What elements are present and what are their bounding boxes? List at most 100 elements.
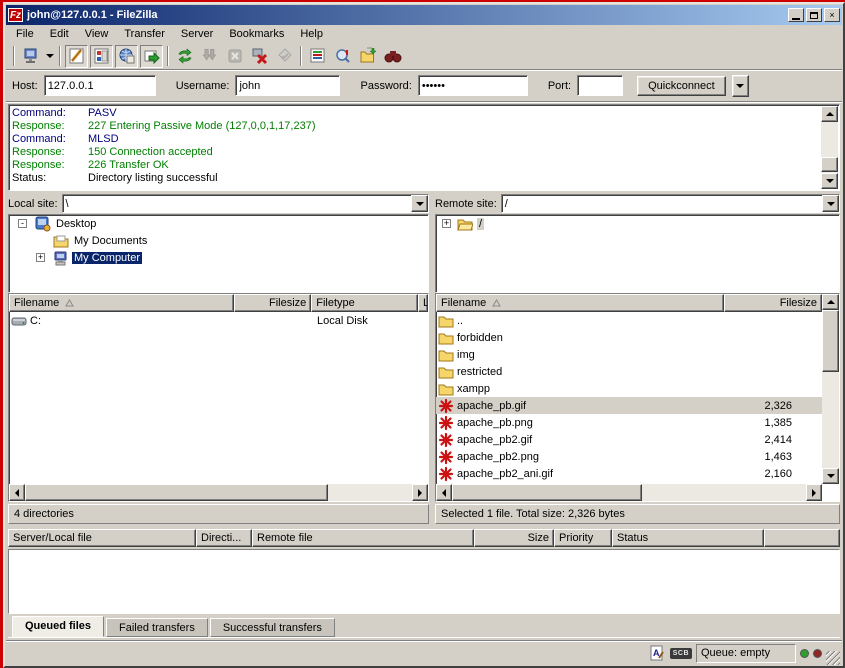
tree-item-desktop[interactable]: - Desktop bbox=[9, 215, 428, 232]
file-row-folder[interactable]: forbidden bbox=[436, 329, 822, 346]
sort-ascending-icon bbox=[65, 299, 74, 307]
toolbar-separator bbox=[300, 46, 302, 66]
ascii-type-icon: A bbox=[649, 645, 665, 661]
column-header-status[interactable]: Status bbox=[612, 529, 764, 547]
process-queue-button[interactable] bbox=[198, 45, 221, 68]
find-files-button[interactable] bbox=[381, 45, 404, 68]
column-label: Filename bbox=[14, 297, 59, 309]
expand-expander[interactable]: + bbox=[442, 219, 451, 228]
column-header-filename[interactable]: Filename bbox=[9, 294, 234, 312]
local-site-combo[interactable]: \ bbox=[62, 194, 429, 213]
site-manager-button[interactable] bbox=[19, 45, 42, 68]
menu-file[interactable]: File bbox=[8, 26, 42, 42]
scroll-down-button[interactable] bbox=[821, 173, 838, 189]
column-header-direction[interactable]: Directi... bbox=[196, 529, 252, 547]
tab-failed-transfers[interactable]: Failed transfers bbox=[106, 618, 208, 637]
close-button[interactable]: × bbox=[824, 8, 840, 22]
host-input[interactable] bbox=[44, 75, 156, 96]
tab-queued-files[interactable]: Queued files bbox=[12, 616, 104, 637]
scrollbar-thumb[interactable] bbox=[452, 484, 642, 501]
file-name: restricted bbox=[457, 366, 502, 378]
remote-status-text: Selected 1 file. Total size: 2,326 bytes bbox=[441, 508, 625, 520]
scroll-left-button[interactable] bbox=[9, 484, 25, 501]
tree-item-my-computer[interactable]: + My Computer bbox=[9, 249, 428, 266]
quickconnect-button[interactable]: Quickconnect bbox=[637, 76, 726, 96]
scroll-up-button[interactable] bbox=[822, 294, 839, 310]
synchronized-browsing-button[interactable] bbox=[356, 45, 379, 68]
maximize-button[interactable] bbox=[806, 8, 822, 22]
local-horizontal-scrollbar[interactable] bbox=[9, 484, 428, 501]
tab-successful-transfers[interactable]: Successful transfers bbox=[210, 618, 335, 637]
column-header-server-local-file[interactable]: Server/Local file bbox=[8, 529, 196, 547]
directory-comparison-button[interactable] bbox=[331, 45, 354, 68]
menu-edit[interactable]: Edit bbox=[42, 26, 77, 42]
tree-item-root[interactable]: + / bbox=[436, 215, 839, 232]
file-row-folder[interactable]: xampp bbox=[436, 380, 822, 397]
file-name: xampp bbox=[457, 383, 490, 395]
menu-bookmarks[interactable]: Bookmarks bbox=[221, 26, 292, 42]
menu-help[interactable]: Help bbox=[292, 26, 331, 42]
log-vertical-scrollbar[interactable] bbox=[821, 106, 838, 189]
queue-list[interactable] bbox=[8, 549, 840, 614]
remote-horizontal-scrollbar[interactable] bbox=[436, 484, 822, 501]
scrollbar-thumb[interactable] bbox=[821, 157, 838, 172]
remote-tree-icon bbox=[118, 47, 136, 65]
column-header-filetype[interactable]: Filetype bbox=[311, 294, 418, 312]
site-manager-dropdown-button[interactable] bbox=[43, 45, 56, 68]
refresh-button[interactable] bbox=[173, 45, 196, 68]
column-header-remote-file[interactable]: Remote file bbox=[252, 529, 474, 547]
column-label: Server/Local file bbox=[13, 532, 92, 544]
column-header-last-modified[interactable]: L bbox=[418, 294, 428, 312]
scroll-down-button[interactable] bbox=[822, 468, 839, 484]
file-row-selected[interactable]: apache_pb.gif 2,326 bbox=[436, 397, 822, 414]
column-label: Filesize bbox=[780, 297, 817, 309]
file-row[interactable]: apache_pb2_ani.gif 2,160 bbox=[436, 465, 822, 482]
menu-view[interactable]: View bbox=[77, 26, 117, 42]
file-size: 1,463 bbox=[712, 451, 792, 463]
minimize-button[interactable] bbox=[788, 8, 804, 22]
collapse-expander[interactable]: - bbox=[18, 219, 27, 228]
column-header-filename[interactable]: Filename bbox=[436, 294, 724, 312]
disconnect-button[interactable] bbox=[248, 45, 271, 68]
scrollbar-thumb[interactable] bbox=[822, 310, 839, 372]
file-row-folder[interactable]: restricted bbox=[436, 363, 822, 380]
resize-grip[interactable] bbox=[826, 651, 840, 665]
toggle-local-tree-button[interactable] bbox=[90, 45, 113, 68]
remote-site-dropdown-button[interactable] bbox=[822, 195, 839, 212]
port-input[interactable] bbox=[577, 75, 623, 96]
reconnect-button[interactable] bbox=[273, 45, 296, 68]
scroll-right-button[interactable] bbox=[412, 484, 428, 501]
username-input[interactable] bbox=[235, 75, 340, 96]
file-row-parent-dir[interactable]: .. bbox=[436, 312, 822, 329]
menu-transfer[interactable]: Transfer bbox=[116, 26, 173, 42]
scroll-up-button[interactable] bbox=[821, 106, 838, 122]
transfer-type-indicator[interactable]: A bbox=[648, 644, 666, 662]
file-row[interactable]: apache_pb.png 1,385 bbox=[436, 414, 822, 431]
scrollbar-thumb[interactable] bbox=[25, 484, 328, 501]
file-row[interactable]: apache_pb2.gif 2,414 bbox=[436, 431, 822, 448]
filter-button[interactable] bbox=[306, 45, 329, 68]
file-row-folder[interactable]: img bbox=[436, 346, 822, 363]
password-input[interactable] bbox=[418, 75, 528, 96]
column-header-filesize[interactable]: Filesize bbox=[234, 294, 311, 312]
toggle-queue-button[interactable] bbox=[140, 45, 163, 68]
local-site-dropdown-button[interactable] bbox=[411, 195, 428, 212]
file-row-drive-c[interactable]: C: Local Disk bbox=[9, 312, 428, 329]
tree-item-my-documents[interactable]: My Documents bbox=[9, 232, 428, 249]
remote-vertical-scrollbar[interactable] bbox=[822, 294, 839, 484]
remote-site-combo[interactable]: / bbox=[501, 194, 840, 213]
menu-server[interactable]: Server bbox=[173, 26, 221, 42]
column-header-priority[interactable]: Priority bbox=[554, 529, 612, 547]
column-header-filesize[interactable]: Filesize bbox=[724, 294, 822, 312]
cancel-operation-button[interactable] bbox=[223, 45, 246, 68]
column-header-size[interactable]: Size bbox=[474, 529, 554, 547]
toggle-remote-tree-button[interactable] bbox=[115, 45, 138, 68]
minimize-icon bbox=[792, 18, 800, 20]
scroll-right-button[interactable] bbox=[806, 484, 822, 501]
expand-expander[interactable]: + bbox=[36, 253, 45, 262]
file-row[interactable]: apache_pb2.png 1,463 bbox=[436, 448, 822, 465]
scroll-left-button[interactable] bbox=[436, 484, 452, 501]
quickconnect-dropdown-button[interactable] bbox=[732, 75, 749, 97]
toggle-message-log-button[interactable] bbox=[65, 45, 88, 68]
speed-limit-icon[interactable]: SCB bbox=[670, 648, 692, 659]
